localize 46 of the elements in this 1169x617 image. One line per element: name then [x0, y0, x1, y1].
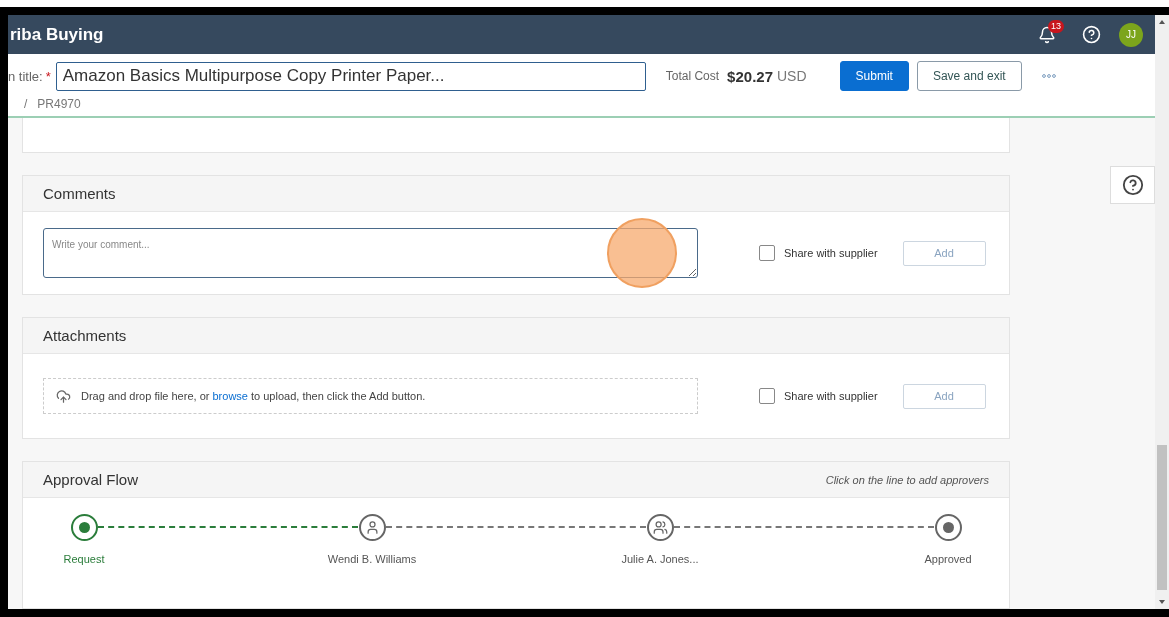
total-amount: $20.27 [727, 67, 773, 85]
step-label: Approved [924, 553, 972, 565]
required-mark: * [45, 68, 51, 84]
drop-zone[interactable]: Drag and drop file here, or browse to upload, then click the Add button. [43, 378, 698, 414]
currency: USD [777, 68, 807, 84]
cloud-upload-icon [56, 388, 71, 404]
card-title: Approval Flow [43, 471, 139, 488]
hint-text: Click on the line to add approvers [825, 473, 989, 486]
card-title: Attachments [43, 327, 127, 344]
connector-line[interactable] [674, 526, 934, 528]
browse-link[interactable]: browse [212, 390, 248, 402]
scrollbar-thumb[interactable] [1157, 445, 1167, 590]
breadcrumb-separator: / [24, 97, 28, 111]
app-title: riba Buying [10, 24, 105, 45]
secondary-button[interactable]: Save and exit [916, 61, 1022, 91]
primary-button[interactable]: Submit [839, 61, 909, 91]
step-label: Wendi B. Williams [327, 553, 417, 565]
connector-line[interactable] [98, 526, 358, 528]
drop-instructions: Drag and drop file here, or browse to upload, then click the Add button. [81, 390, 426, 402]
approver-node[interactable] [358, 514, 386, 541]
title-label: n title: [8, 68, 43, 84]
checkbox[interactable] [759, 245, 775, 261]
end-node[interactable] [934, 514, 962, 541]
scroll-up-icon[interactable] [1158, 19, 1166, 25]
start-node[interactable] [70, 514, 98, 541]
connector-line[interactable] [386, 526, 646, 528]
card-title: Comments [43, 185, 116, 202]
scroll-down-icon[interactable] [1158, 599, 1166, 605]
help-icon [1082, 25, 1101, 44]
user-avatar[interactable]: JJ [1119, 22, 1143, 47]
notifications-button[interactable]: 13 [1038, 19, 1064, 44]
person-icon [364, 520, 380, 535]
request-id: PR4970 [37, 97, 81, 111]
checkbox-label: Share with supplier [784, 247, 878, 259]
total-label: Total Cost [665, 69, 720, 83]
checkbox[interactable] [759, 388, 775, 404]
notification-badge: 13 [1048, 19, 1064, 33]
people-icon [652, 520, 668, 535]
group-node[interactable] [646, 514, 674, 541]
step-label: Julie A. Jones... [621, 553, 699, 565]
title-field[interactable]: Amazon Basics Multipurpose Copy Printer Paper... [55, 61, 646, 91]
help-button[interactable] [1110, 166, 1155, 204]
help-icon [1121, 174, 1144, 196]
step-label: Request [63, 553, 105, 565]
comment-field[interactable]: Write your comment... [43, 228, 698, 278]
checkbox-label: Share with supplier [784, 390, 878, 402]
